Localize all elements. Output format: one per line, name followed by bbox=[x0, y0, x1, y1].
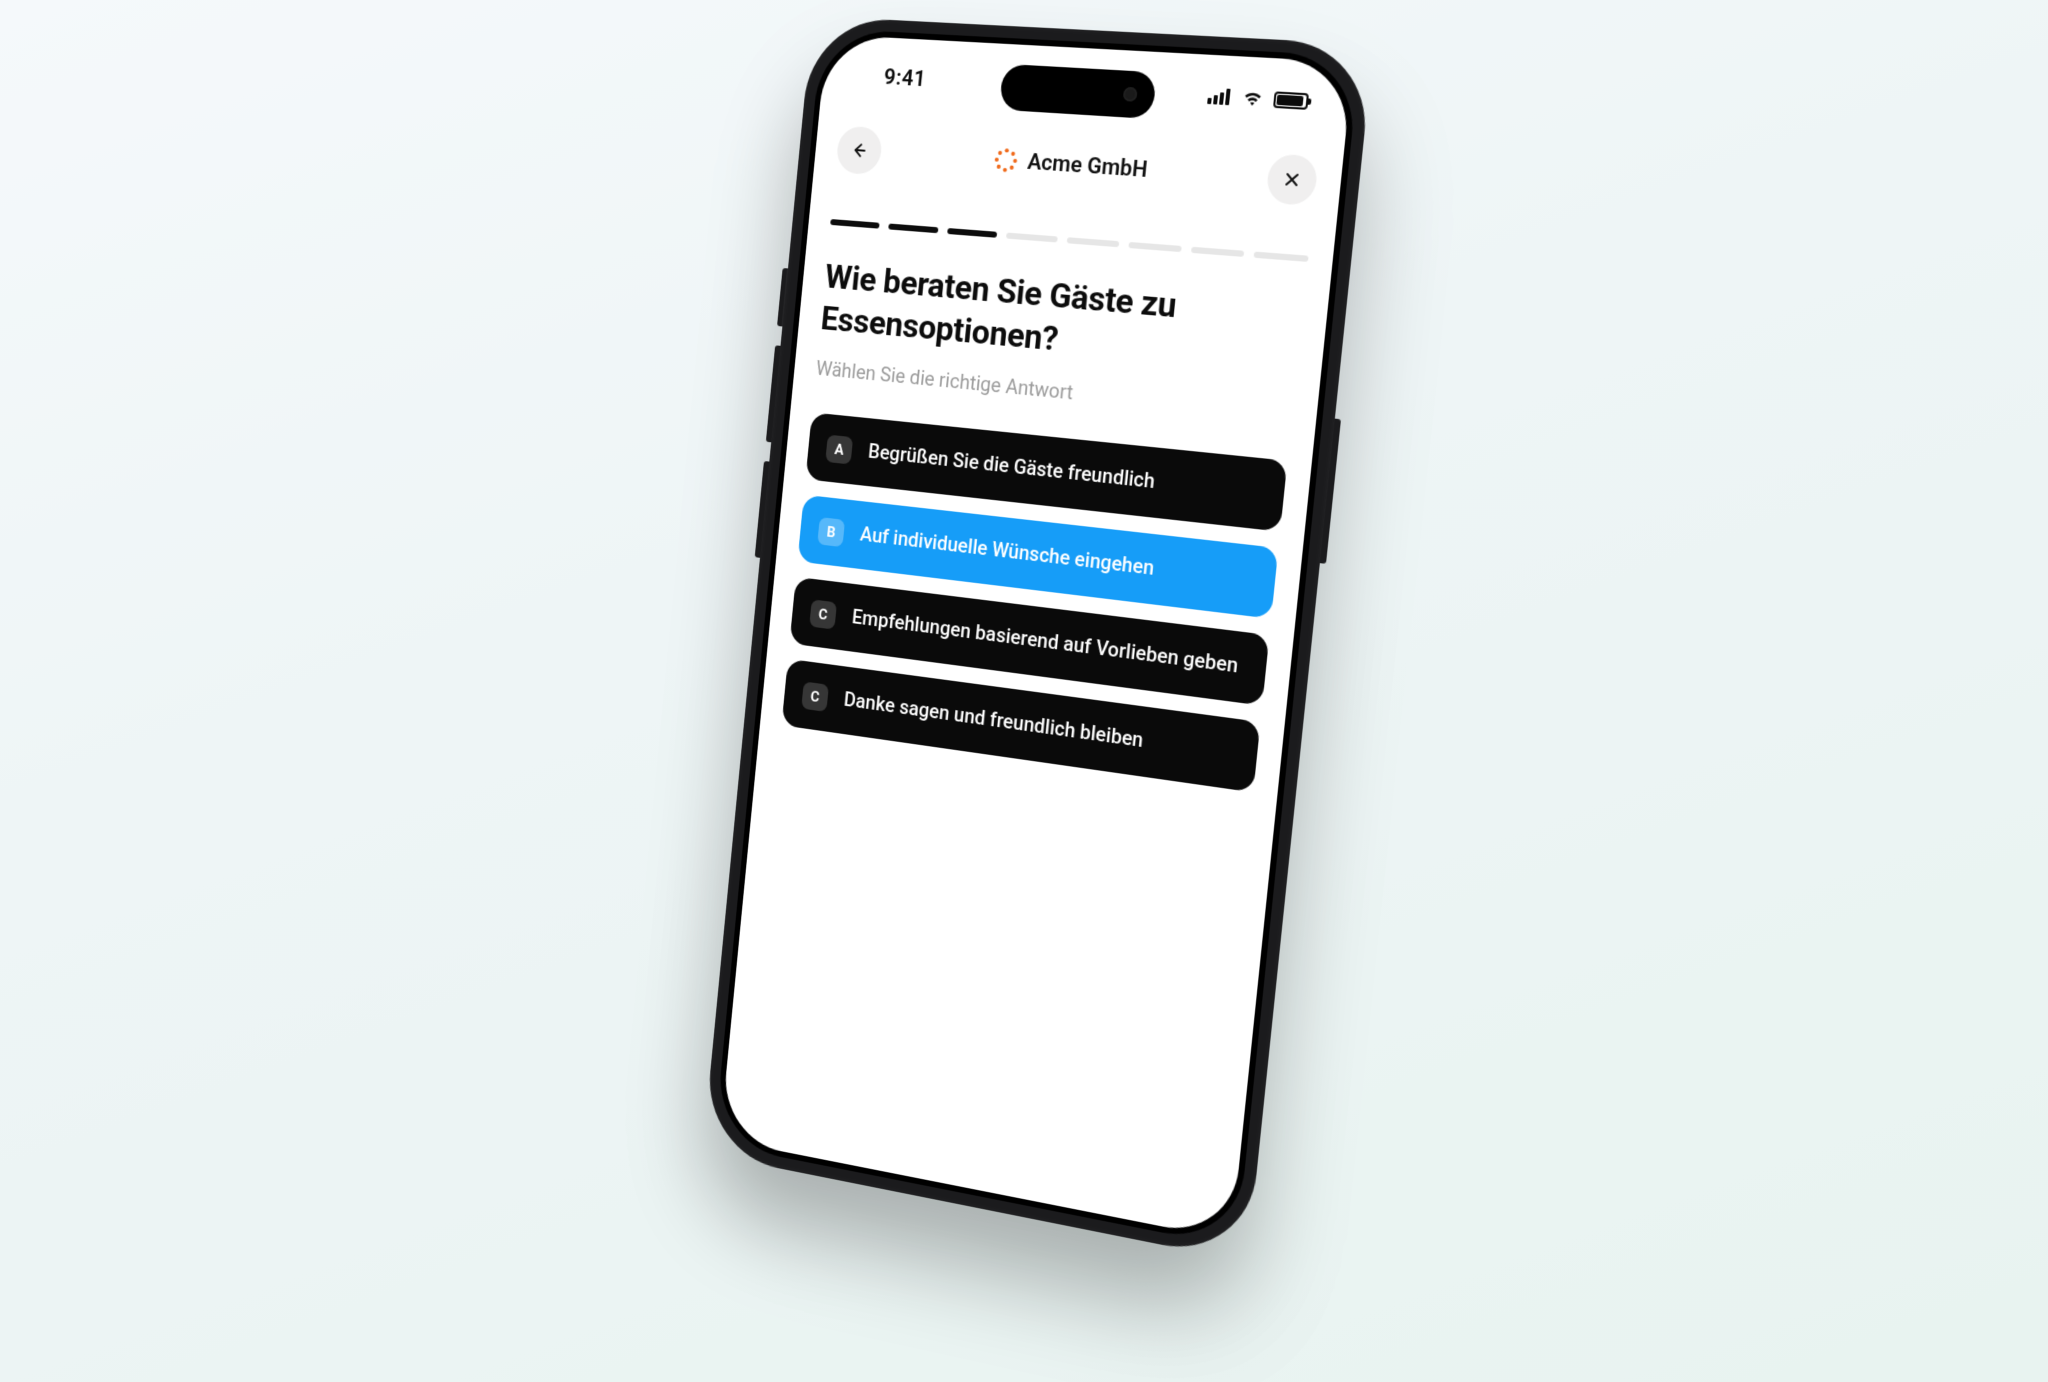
progress-segment bbox=[888, 223, 938, 233]
arrow-left-icon bbox=[849, 140, 869, 161]
cellular-signal-icon bbox=[1207, 88, 1232, 106]
stage: 9:41 bbox=[0, 0, 2048, 1382]
close-button[interactable] bbox=[1265, 153, 1319, 206]
answer-text: Empfehlungen basierend auf Vorlieben geb… bbox=[851, 604, 1247, 681]
back-button[interactable] bbox=[835, 125, 883, 175]
progress-segment bbox=[1128, 242, 1181, 252]
answer-key-badge: A bbox=[825, 435, 853, 465]
side-button-volume-up bbox=[766, 345, 781, 442]
progress-segment bbox=[1254, 252, 1309, 262]
answer-key-badge: C bbox=[809, 599, 837, 629]
answer-text: Danke sagen und freundlich bleiben bbox=[843, 686, 1239, 767]
progress-segment bbox=[830, 219, 879, 229]
status-right-icons bbox=[1207, 88, 1309, 110]
options-list: A Begrüßen Sie die Gäste freundlich B Auf i… bbox=[781, 412, 1287, 792]
answer-option[interactable]: C Danke sagen und freundlich bleiben bbox=[781, 659, 1260, 793]
brand: Acme GmbH bbox=[992, 146, 1148, 183]
progress-segment bbox=[1190, 247, 1244, 257]
answer-text: Begrüßen Sie die Gäste freundlich bbox=[867, 438, 1265, 507]
brand-title: Acme GmbH bbox=[1026, 149, 1148, 182]
phone-screen: 9:41 bbox=[720, 34, 1353, 1240]
answer-key-badge: B bbox=[817, 517, 845, 547]
instruction-text: Wählen Sie die richtige Antwort bbox=[815, 356, 1293, 426]
side-button-power bbox=[1320, 419, 1341, 564]
progress-segment bbox=[1067, 237, 1119, 247]
wifi-icon bbox=[1241, 90, 1265, 108]
close-icon bbox=[1281, 169, 1303, 191]
progress-bar bbox=[830, 219, 1308, 262]
progress-segment bbox=[947, 228, 998, 238]
side-button-volume-down bbox=[755, 461, 770, 558]
brand-logo-icon bbox=[992, 146, 1019, 174]
app-content: Acme GmbH Wie beraten Sie Gäste zu Essen… bbox=[720, 112, 1345, 1240]
navbar: Acme GmbH bbox=[834, 114, 1320, 219]
dynamic-island bbox=[999, 64, 1157, 119]
answer-text: Auf individuelle Wünsche eingehen bbox=[859, 521, 1256, 594]
phone-frame: 9:41 bbox=[702, 16, 1373, 1262]
progress-segment bbox=[1006, 233, 1058, 243]
answer-key-badge: C bbox=[801, 681, 829, 712]
battery-icon bbox=[1273, 91, 1309, 110]
status-time: 9:41 bbox=[858, 63, 952, 93]
side-button-silent bbox=[777, 268, 788, 326]
